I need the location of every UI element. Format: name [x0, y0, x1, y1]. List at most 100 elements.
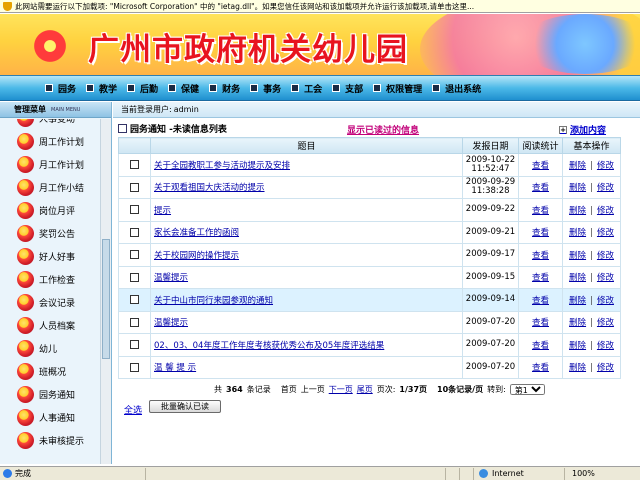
col-header-date: 发报日期	[462, 137, 519, 154]
sidebar-item[interactable]: 未审核提示	[0, 429, 100, 452]
nav-item-2[interactable]: 后勤	[127, 82, 158, 95]
delete-link[interactable]: 删除	[569, 363, 586, 373]
notice-title-link[interactable]: 02、03、04年度工作年度考核获优秀公布及05年度评选结果	[151, 339, 462, 351]
notice-title-link[interactable]: 家长会准备工作的函阅	[151, 226, 462, 238]
sidebar-item[interactable]: 周工作计划	[0, 130, 100, 153]
nav-item-9[interactable]: 退出系统	[432, 82, 481, 95]
view-stats-link[interactable]: 查看	[532, 318, 549, 328]
row-checkbox[interactable]	[130, 205, 139, 215]
row-checkbox[interactable]	[130, 160, 139, 170]
notice-title-link[interactable]: 温 馨 提 示	[151, 361, 462, 373]
delete-link[interactable]: 删除	[569, 273, 586, 283]
sidebar-item[interactable]: 幼儿	[0, 337, 100, 360]
nav-item-0[interactable]: 园务	[45, 82, 76, 95]
notice-title-link[interactable]: 温馨提示	[151, 316, 462, 328]
view-stats-link[interactable]: 查看	[532, 183, 549, 193]
sidebar-item[interactable]: 月工作计划	[0, 153, 100, 176]
row-date-cell: 2009-09-14	[462, 288, 519, 312]
sidebar-item[interactable]: 人员档案	[0, 314, 100, 337]
sidebar-scrollbar[interactable]	[100, 119, 111, 464]
select-all-link[interactable]: 全选	[124, 403, 142, 416]
row-checkbox[interactable]	[130, 362, 139, 372]
view-stats-link[interactable]: 查看	[532, 251, 549, 261]
table-row: 关于中山市同行来园参观的通知 2009-09-14 查看 删除 | 修改	[118, 288, 621, 312]
nav-item-5[interactable]: 事务	[250, 82, 281, 95]
current-user-name: admin	[173, 105, 199, 114]
sidebar-item[interactable]: 月工作小结	[0, 176, 100, 199]
view-stats-link[interactable]: 查看	[532, 363, 549, 373]
edit-link[interactable]: 修改	[597, 206, 614, 216]
sidebar-item[interactable]: 奖罚公告	[0, 222, 100, 245]
batch-confirm-read-button[interactable]: 批量确认已读	[149, 400, 221, 413]
sidebar-item[interactable]: 工作检查	[0, 268, 100, 291]
nav-item-4[interactable]: 财务	[209, 82, 240, 95]
delete-link[interactable]: 删除	[569, 228, 586, 238]
sidebar-item[interactable]: 好人好事	[0, 245, 100, 268]
edit-link[interactable]: 修改	[597, 363, 614, 373]
sidebar-item[interactable]: 岗位月评	[0, 199, 100, 222]
sidebar-item[interactable]: 会议记录	[0, 291, 100, 314]
delete-link[interactable]: 删除	[569, 161, 586, 171]
notice-title-link[interactable]: 关于校园网的操作提示	[151, 249, 462, 261]
nav-bullet-icon	[250, 84, 259, 92]
row-title-cell: 温馨提示	[150, 310, 463, 334]
delete-link[interactable]: 删除	[569, 341, 586, 351]
row-select-cell	[118, 288, 151, 312]
add-content-link[interactable]: + 添加内容	[559, 123, 606, 136]
zoom-level[interactable]: 100%	[572, 469, 595, 478]
row-checkbox[interactable]	[130, 182, 139, 192]
delete-link[interactable]: 删除	[569, 206, 586, 216]
notice-title-link[interactable]: 关于观看祖国大庆活动的提示	[151, 181, 462, 193]
view-stats-link[interactable]: 查看	[532, 341, 549, 351]
sidebar-item[interactable]: 人事通知	[0, 406, 100, 429]
goto-page-select[interactable]: 第1页	[509, 383, 545, 395]
notice-title-link[interactable]: 温馨提示	[151, 271, 462, 283]
security-info-bar[interactable]: 此网站需要运行以下加载项: "Microsoft Corporation" 中的…	[0, 0, 640, 13]
show-read-link[interactable]: 显示已读过的信息	[347, 123, 419, 136]
edit-link[interactable]: 修改	[597, 183, 614, 193]
nav-item-8[interactable]: 权限管理	[373, 82, 422, 95]
next-page-link[interactable]: 下一页	[329, 384, 353, 395]
row-checkbox[interactable]	[130, 340, 139, 350]
notice-title-link[interactable]: 提示	[151, 204, 462, 216]
view-stats-link[interactable]: 查看	[532, 161, 549, 171]
nav-bullet-icon	[209, 84, 218, 92]
delete-link[interactable]: 删除	[569, 318, 586, 328]
total-count: 364	[226, 384, 243, 394]
sidebar-item[interactable]: 班概况	[0, 360, 100, 383]
nav-item-3[interactable]: 保健	[168, 82, 199, 95]
row-checkbox[interactable]	[130, 317, 139, 327]
delete-link[interactable]: 删除	[569, 183, 586, 193]
row-checkbox[interactable]	[130, 272, 139, 282]
view-stats-link[interactable]: 查看	[532, 228, 549, 238]
left-sidebar: 管理菜单 MAIN MENU 人事变动 周工作计划 月工作计划 月工作小结 岗位月评 奖罚…	[0, 102, 112, 464]
nav-item-1[interactable]: 教学	[86, 82, 117, 95]
notice-title-link[interactable]: 关于中山市同行来园参观的通知	[151, 294, 462, 306]
edit-link[interactable]: 修改	[597, 228, 614, 238]
add-content-label: 添加内容	[570, 126, 607, 136]
view-stats-link[interactable]: 查看	[532, 273, 549, 283]
notice-title-link[interactable]: 关于全园教职工参与活动提示及安排	[151, 159, 462, 171]
nav-item-7[interactable]: 支部	[332, 82, 363, 95]
row-checkbox[interactable]	[130, 227, 139, 237]
view-stats-link[interactable]: 查看	[532, 206, 549, 216]
delete-link[interactable]: 删除	[569, 251, 586, 261]
delete-link[interactable]: 删除	[569, 296, 586, 306]
edit-link[interactable]: 修改	[597, 161, 614, 171]
edit-link[interactable]: 修改	[597, 251, 614, 261]
sidebar-item[interactable]: 园务通知	[0, 383, 100, 406]
view-stats-link[interactable]: 查看	[532, 296, 549, 306]
shield-icon	[3, 1, 12, 11]
edit-link[interactable]: 修改	[597, 318, 614, 328]
nav-item-6[interactable]: 工会	[291, 82, 322, 95]
edit-link[interactable]: 修改	[597, 296, 614, 306]
row-actions-cell: 删除 | 修改	[562, 243, 621, 267]
last-page-link[interactable]: 尾页	[357, 384, 373, 395]
edit-link[interactable]: 修改	[597, 341, 614, 351]
row-checkbox[interactable]	[130, 250, 139, 260]
browser-status-bar: 完成 Internet 100%	[0, 466, 640, 480]
scrollbar-thumb[interactable]	[102, 239, 110, 359]
row-checkbox[interactable]	[130, 295, 139, 305]
edit-link[interactable]: 修改	[597, 273, 614, 283]
sidebar-item[interactable]: 人事变动	[0, 119, 100, 130]
